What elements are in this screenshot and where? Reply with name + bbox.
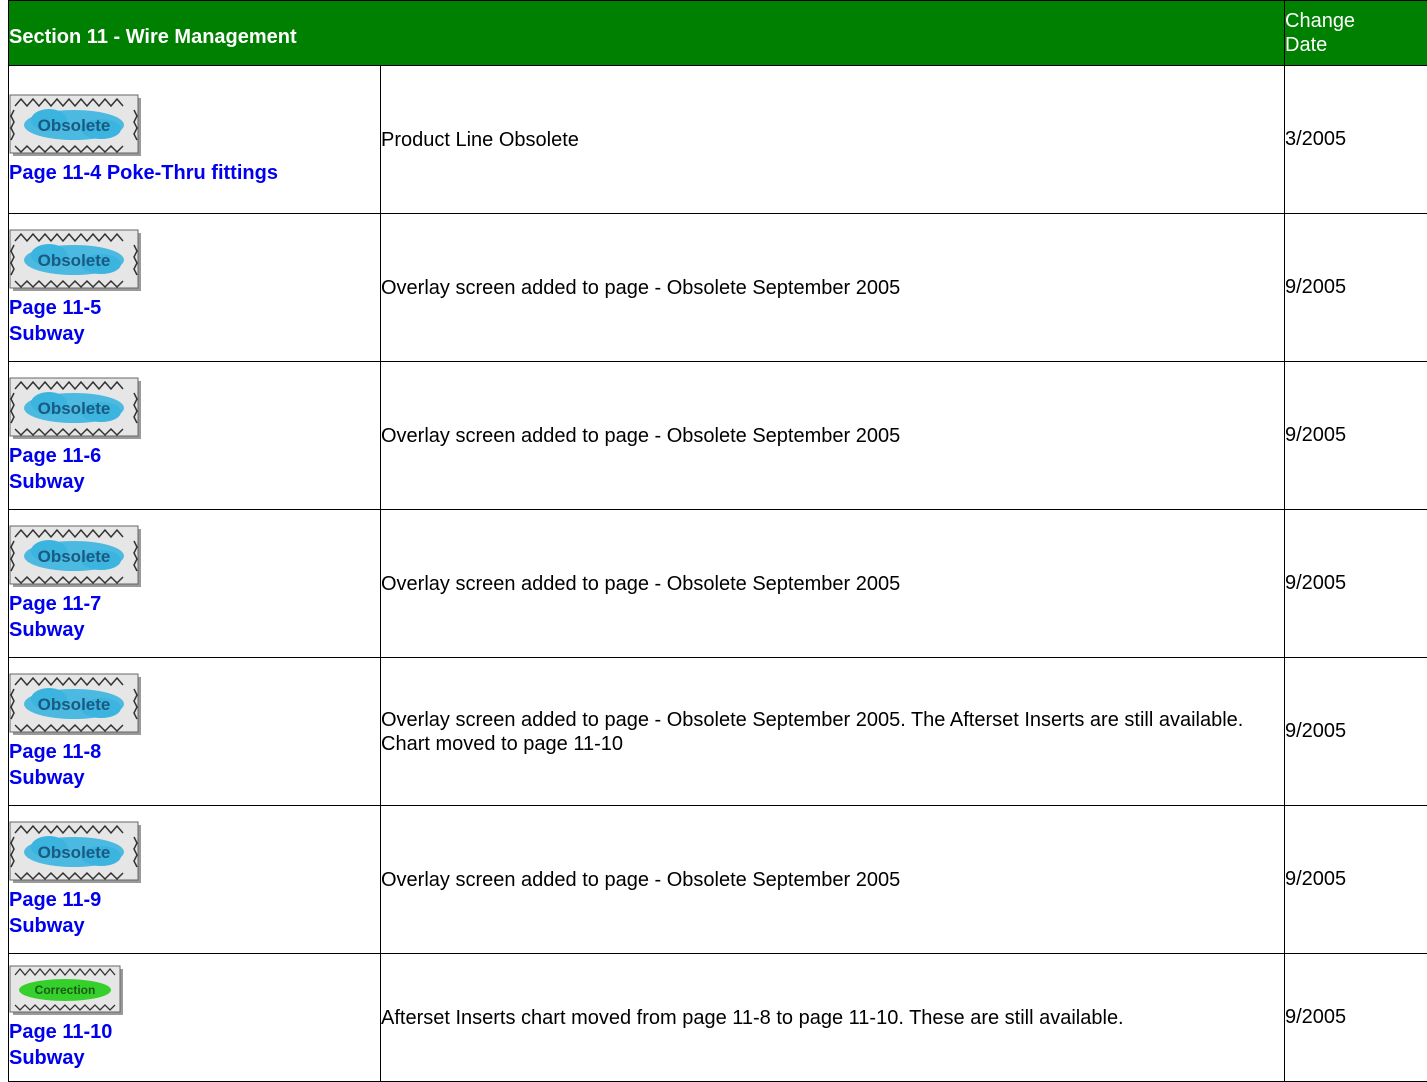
svg-text:Correction: Correction: [35, 983, 96, 997]
page-link-line1: Page 11-4 Poke-Thru fittings: [9, 162, 278, 184]
page-cell: Obsolete Page 11-5 Subway: [9, 214, 381, 362]
change-description: Overlay screen added to page - Obsolete …: [381, 658, 1285, 806]
page-link-line2: Subway: [9, 619, 85, 641]
page-link[interactable]: Obsolete Page 11-6 Subway: [9, 377, 380, 495]
page-cell: Obsolete Page 11-6 Subway: [9, 362, 381, 510]
page-link[interactable]: Obsolete Page 11-8 Subway: [9, 673, 380, 791]
change-date: 9/2005: [1285, 658, 1427, 806]
page-link-line2: Subway: [9, 767, 85, 789]
change-description: Overlay screen added to page - Obsolete …: [381, 806, 1285, 954]
page-cell: Correction Page 11-10 Subway: [9, 954, 381, 1082]
section-title: Section 11 - Wire Management: [9, 1, 1285, 66]
page-cell: Obsolete Page 11-4 Poke-Thru fittings: [9, 66, 381, 214]
table-row: Correction Page 11-10 Subway Afterset Inser…: [9, 954, 1427, 1082]
change-date: 3/2005: [1285, 66, 1427, 214]
table-row: Obsolete Page 11-6 Subway Overlay screen ad…: [9, 362, 1427, 510]
table-row: Obsolete Page 11-9 Subway Overlay screen ad…: [9, 806, 1427, 954]
change-date: 9/2005: [1285, 510, 1427, 658]
svg-text:Obsolete: Obsolete: [38, 843, 111, 862]
svg-text:Obsolete: Obsolete: [38, 116, 111, 135]
correction-stamp-icon: Correction: [9, 965, 125, 1017]
page-link-line1: Page 11-10: [9, 1021, 112, 1043]
change-description: Overlay screen added to page - Obsolete …: [381, 362, 1285, 510]
page-link[interactable]: Obsolete Page 11-9 Subway: [9, 821, 380, 939]
change-description: Afterset Inserts chart moved from page 1…: [381, 954, 1285, 1082]
page-link-line1: Page 11-8: [9, 741, 101, 763]
change-date: 9/2005: [1285, 954, 1427, 1082]
page-link-line1: Page 11-7: [9, 593, 101, 615]
svg-text:Obsolete: Obsolete: [38, 547, 111, 566]
table-row: Obsolete Page 11-7 Subway Overlay screen ad…: [9, 510, 1427, 658]
page-link-line2: Subway: [9, 915, 85, 937]
table-header-row: Section 11 - Wire Management ChangeDate: [9, 1, 1427, 66]
change-date: 9/2005: [1285, 806, 1427, 954]
page-link-line2: Subway: [9, 323, 85, 345]
obsolete-stamp-icon: Obsolete: [9, 94, 143, 158]
page-cell: Obsolete Page 11-7 Subway: [9, 510, 381, 658]
page-link[interactable]: Correction Page 11-10 Subway: [9, 965, 380, 1071]
page-link-line1: Page 11-9: [9, 889, 101, 911]
change-rows: Obsolete Page 11-4 Poke-Thru fittings Prod…: [9, 66, 1427, 1082]
page-link-line2: Subway: [9, 471, 85, 493]
svg-text:Obsolete: Obsolete: [38, 251, 111, 270]
change-description: Overlay screen added to page - Obsolete …: [381, 510, 1285, 658]
page-link[interactable]: Obsolete Page 11-5 Subway: [9, 229, 380, 347]
obsolete-stamp-icon: Obsolete: [9, 229, 143, 293]
page-link[interactable]: Obsolete Page 11-7 Subway: [9, 525, 380, 643]
table-row: Obsolete Page 11-5 Subway Overlay screen ad…: [9, 214, 1427, 362]
obsolete-stamp-icon: Obsolete: [9, 821, 143, 885]
table-row: Obsolete Page 11-4 Poke-Thru fittings Prod…: [9, 66, 1427, 214]
obsolete-stamp-icon: Obsolete: [9, 673, 143, 737]
change-date: 9/2005: [1285, 362, 1427, 510]
change-log-table: Section 11 - Wire Management ChangeDate …: [8, 0, 1427, 1082]
page-cell: Obsolete Page 11-8 Subway: [9, 658, 381, 806]
page-link-line1: Page 11-6: [9, 445, 101, 467]
change-date-header: ChangeDate: [1285, 1, 1427, 66]
svg-text:Obsolete: Obsolete: [38, 695, 111, 714]
table-row: Obsolete Page 11-8 Subway Overlay screen ad…: [9, 658, 1427, 806]
page-link-line1: Page 11-5: [9, 297, 101, 319]
page-cell: Obsolete Page 11-9 Subway: [9, 806, 381, 954]
change-date: 9/2005: [1285, 214, 1427, 362]
page-link[interactable]: Obsolete Page 11-4 Poke-Thru fittings: [9, 94, 380, 186]
change-description: Overlay screen added to page - Obsolete …: [381, 214, 1285, 362]
change-description: Product Line Obsolete: [381, 66, 1285, 214]
obsolete-stamp-icon: Obsolete: [9, 525, 143, 589]
svg-text:Obsolete: Obsolete: [38, 399, 111, 418]
obsolete-stamp-icon: Obsolete: [9, 377, 143, 441]
page-link-line2: Subway: [9, 1047, 85, 1069]
